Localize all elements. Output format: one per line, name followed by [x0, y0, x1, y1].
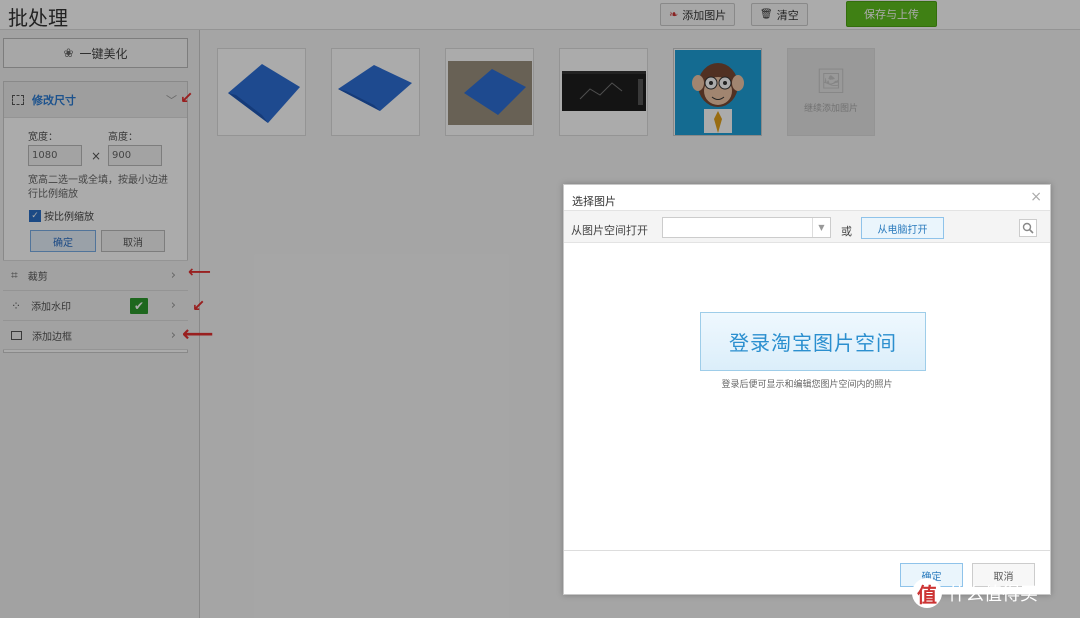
close-icon[interactable]: × — [1030, 189, 1042, 205]
open-from-pc-button[interactable]: 从电脑打开 — [861, 217, 944, 239]
login-hint: 登录后便可显示和编辑您图片空间内的照片 — [721, 380, 893, 390]
dialog-header: 选择图片 × — [564, 185, 1050, 210]
dialog-body: 登录淘宝图片空间 登录后便可显示和编辑您图片空间内的照片 — [564, 243, 1050, 551]
search-icon — [1022, 222, 1034, 234]
watermark: 值 什么值得买 — [912, 578, 1038, 608]
or-label: 或 — [841, 225, 852, 238]
dropdown-arrow-icon: ▼ — [812, 218, 830, 237]
login-image-space-button[interactable]: 登录淘宝图片空间 — [700, 312, 926, 371]
search-button[interactable] — [1019, 219, 1037, 237]
dialog-title: 选择图片 — [572, 195, 616, 208]
select-image-dialog: 选择图片 × 从图片空间打开 ▼ 或 从电脑打开 登录淘宝图片空间 登录后便可显… — [563, 184, 1051, 595]
dialog-toolbar: 从图片空间打开 ▼ 或 从电脑打开 — [564, 210, 1050, 243]
watermark-text: 什么值得买 — [948, 584, 1038, 605]
watermark-logo: 值 — [912, 578, 942, 608]
open-from-space-label: 从图片空间打开 — [571, 224, 648, 237]
image-space-select[interactable]: ▼ — [662, 217, 831, 238]
